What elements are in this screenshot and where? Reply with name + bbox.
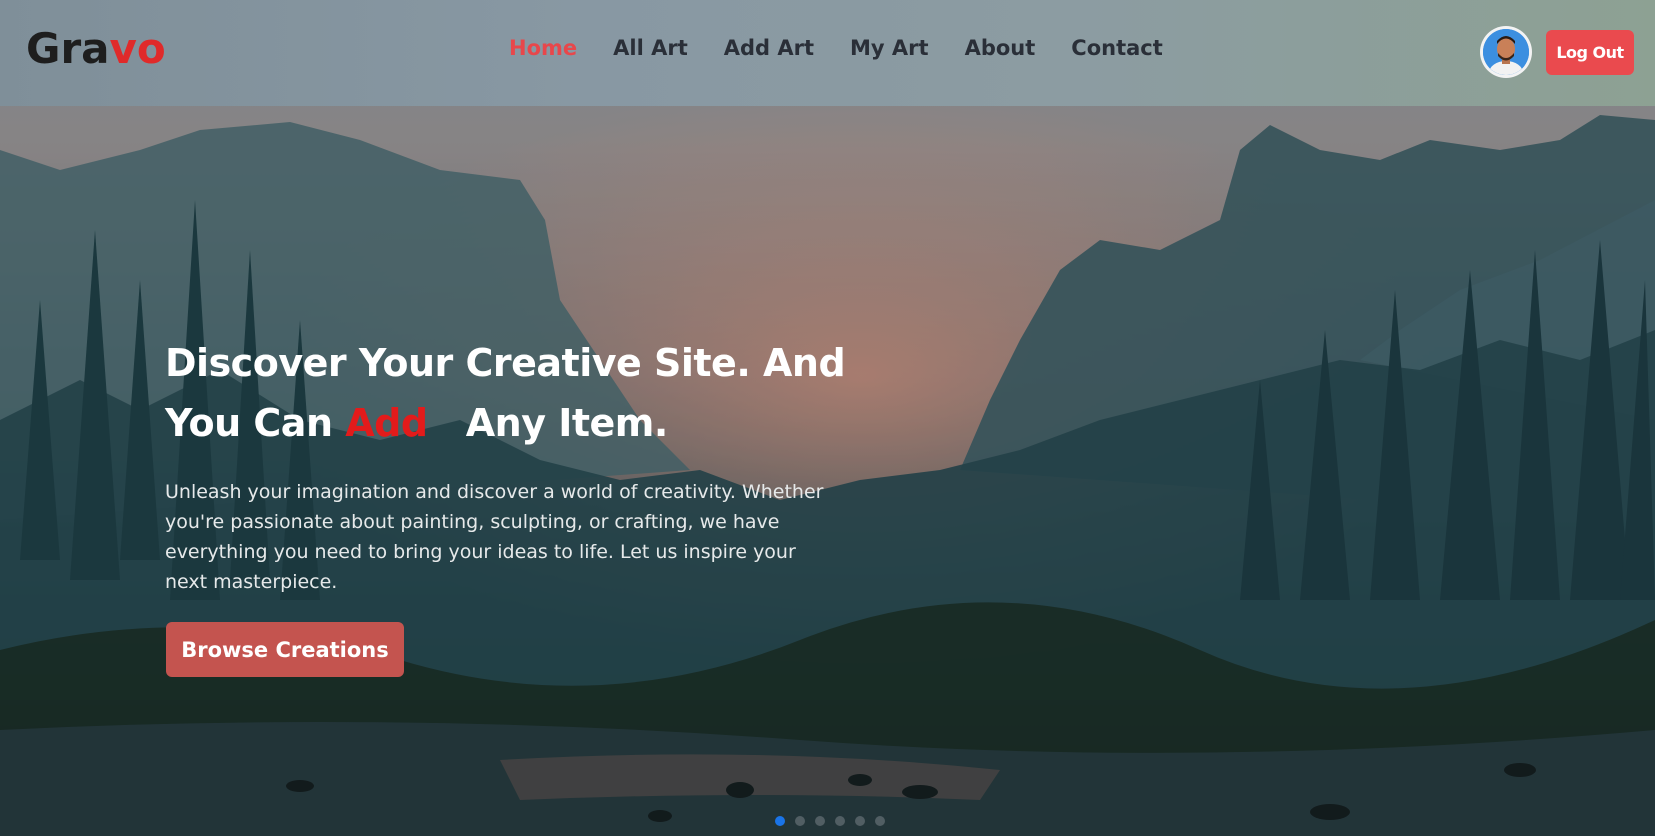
nav-item-my-art[interactable]: My Art [850, 36, 929, 60]
nav-item-contact[interactable]: Contact [1071, 36, 1163, 60]
carousel-dot[interactable] [875, 816, 885, 826]
logo-text: Gra [26, 24, 110, 73]
hero-description: Unleash your imagination and discover a … [165, 481, 824, 593]
browse-creations-button[interactable]: Browse Creations [166, 622, 404, 677]
nav-item-home[interactable]: Home [509, 36, 577, 60]
headline-line-2-start: You Can [165, 401, 333, 445]
user-avatar[interactable] [1480, 26, 1532, 78]
headline-line-1: Discover Your Creative Site. And [165, 341, 846, 385]
carousel-dot[interactable] [815, 816, 825, 826]
hero-headline: Discover Your Creative Site. And You Can… [165, 333, 925, 453]
headline-accent-word: Add [345, 401, 428, 445]
user-avatar-icon [1483, 29, 1529, 75]
main-nav: Home All Art Add Art My Art About Contac… [509, 36, 1199, 60]
nav-item-all-art[interactable]: All Art [613, 36, 688, 60]
carousel-dot[interactable] [795, 816, 805, 826]
brand-logo[interactable]: Gravo [26, 24, 166, 73]
carousel-indicators [775, 816, 885, 826]
logout-button[interactable]: Log Out [1546, 30, 1634, 75]
nav-item-about[interactable]: About [965, 36, 1036, 60]
carousel-dot[interactable] [855, 816, 865, 826]
nav-item-add-art[interactable]: Add Art [724, 36, 814, 60]
carousel-dot[interactable] [835, 816, 845, 826]
site-header: Gravo Home All Art Add Art My Art About … [0, 0, 1655, 106]
logo-accent-text: vo [109, 24, 166, 73]
headline-line-2-end: Any Item. [465, 401, 669, 445]
carousel-dot[interactable] [775, 816, 785, 826]
